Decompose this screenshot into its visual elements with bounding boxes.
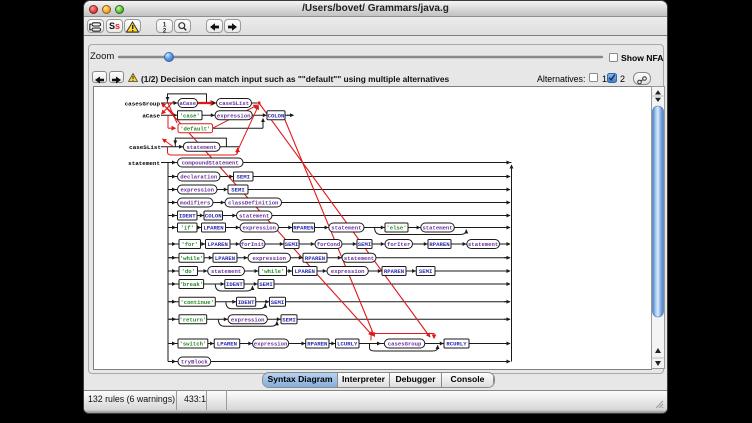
svg-text:'while': 'while' — [180, 255, 204, 262]
svg-text:COLON: COLON — [268, 112, 285, 119]
svg-text:'return': 'return' — [179, 316, 206, 323]
svg-text:statement: statement — [468, 241, 498, 248]
svg-text:casesGroup: casesGroup — [388, 341, 422, 348]
svg-text:compoundStatement: compoundStatement — [182, 160, 239, 167]
svg-text:expression: expression — [252, 255, 286, 262]
svg-text:IDENT: IDENT — [226, 281, 243, 288]
svg-text:SEMI: SEMI — [237, 174, 250, 181]
svg-text:'default': 'default' — [180, 125, 210, 132]
svg-text:expression: expression — [217, 112, 251, 119]
svg-text:SEMI: SEMI — [259, 281, 272, 288]
svg-text:aCase: aCase — [179, 100, 196, 107]
svg-text:'for': 'for' — [181, 241, 198, 248]
svg-text:forCond: forCond — [317, 241, 341, 248]
svg-text:SEMI: SEMI — [285, 241, 298, 248]
svg-text:expression: expression — [180, 187, 214, 194]
svg-text:modifiers: modifiers — [180, 200, 211, 207]
svg-text:LCURLY: LCURLY — [337, 341, 358, 348]
svg-text:RPAREN: RPAREN — [305, 255, 325, 262]
svg-text:casesGroup: casesGroup — [125, 100, 161, 107]
svg-text:LPAREN: LPAREN — [295, 268, 315, 275]
svg-text:'while': 'while' — [261, 268, 285, 275]
svg-text:SEMI: SEMI — [271, 299, 284, 306]
svg-text:statement: statement — [211, 268, 241, 275]
svg-text:caseSList: caseSList — [219, 100, 249, 107]
svg-text:'do': 'do' — [182, 268, 195, 275]
svg-text:forInit: forInit — [241, 241, 265, 248]
svg-text:'switch': 'switch' — [179, 341, 206, 348]
svg-text:RPAREN: RPAREN — [307, 341, 327, 348]
svg-text:caseSList: caseSList — [129, 144, 161, 151]
svg-text:'else': 'else' — [386, 225, 406, 232]
svg-text:declaration: declaration — [180, 174, 218, 181]
svg-text:forIter: forIter — [387, 241, 411, 248]
svg-text:aCase: aCase — [142, 113, 160, 120]
svg-text:RCURLY: RCURLY — [446, 341, 467, 348]
svg-text:2: 2 — [163, 28, 167, 33]
svg-text:LPAREN: LPAREN — [203, 225, 223, 232]
svg-text:expression: expression — [231, 316, 265, 323]
svg-text:IDENT: IDENT — [238, 299, 255, 306]
svg-text:statement: statement — [422, 225, 452, 232]
svg-text:statement: statement — [331, 225, 361, 232]
svg-text:statement: statement — [239, 213, 269, 220]
svg-text:expression: expression — [254, 341, 288, 348]
svg-text:RPAREN: RPAREN — [384, 268, 404, 275]
svg-text:SEMI: SEMI — [282, 316, 295, 323]
svg-text:'continue': 'continue' — [180, 299, 214, 306]
svg-text:LPAREN: LPAREN — [217, 341, 237, 348]
svg-text:tryBlock: tryBlock — [181, 359, 208, 366]
svg-text:LPAREN: LPAREN — [215, 255, 235, 262]
svg-text:SEMI: SEMI — [231, 187, 244, 194]
svg-text:RPAREN: RPAREN — [429, 241, 449, 248]
svg-text:SEMI: SEMI — [419, 268, 432, 275]
svg-text:statement: statement — [187, 144, 217, 151]
svg-text:SEMI: SEMI — [358, 241, 371, 248]
svg-text:expression: expression — [331, 268, 365, 275]
svg-text:statement: statement — [344, 255, 374, 262]
svg-text:LPAREN: LPAREN — [208, 241, 228, 248]
svg-text:COLON: COLON — [205, 213, 222, 220]
svg-text:RPAREN: RPAREN — [293, 225, 313, 232]
svg-text:expression: expression — [242, 225, 276, 232]
svg-text:IDENT: IDENT — [179, 213, 196, 220]
svg-text:'if': 'if' — [181, 225, 194, 232]
svg-text:'case': 'case' — [180, 112, 200, 119]
svg-text:'break': 'break' — [180, 281, 204, 288]
svg-text:classDefinition: classDefinition — [228, 200, 279, 207]
svg-text:statement: statement — [128, 160, 160, 167]
